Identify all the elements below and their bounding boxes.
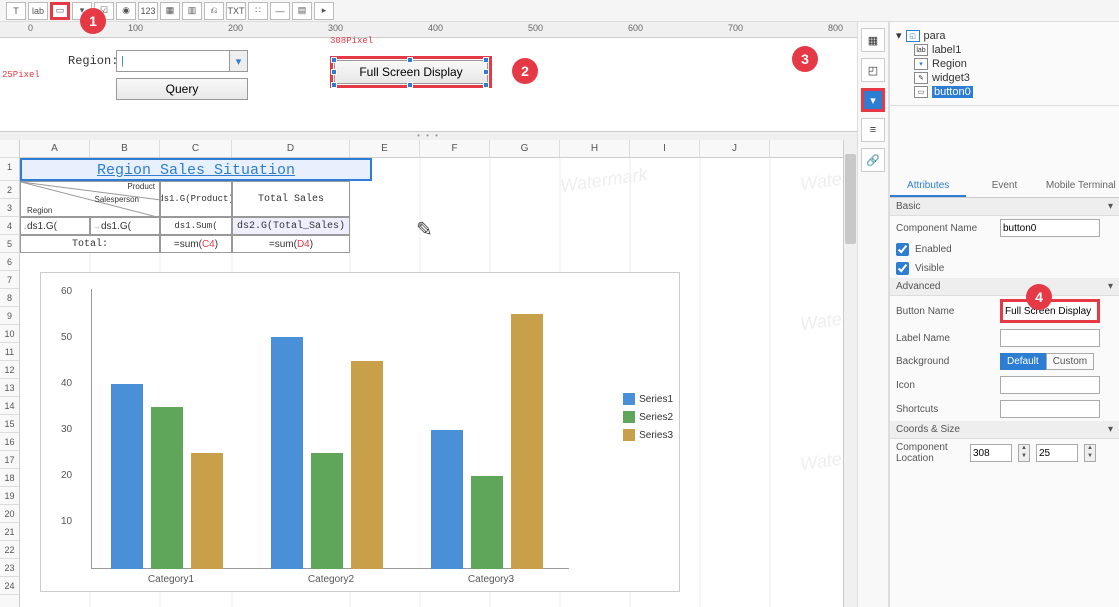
icon-input[interactable] [1000,376,1100,394]
property-tabs: Attributes Event Mobile Terminal [890,176,1119,198]
x-label-0: Category1 [121,574,221,585]
prop-enabled: Enabled [890,240,1119,259]
pencil-icon[interactable]: ✎ [416,217,433,242]
cell-b4[interactable]: →ds1.G( [90,217,160,235]
tb-txt2-icon[interactable]: ∷ [248,2,268,20]
loc-y-spinner[interactable]: ▲▼ [1084,444,1096,462]
x-label-2: Category3 [441,574,541,585]
prop-location: Component Location ▲▼ ▲▼ [890,439,1119,467]
sheet-title[interactable]: Region Sales Situation [20,158,372,181]
cell-c4[interactable]: ds1.Sum( [160,217,232,235]
tab-mobile[interactable]: Mobile Terminal [1043,176,1119,197]
cell-d5[interactable]: =sum(D4) [232,235,350,253]
prop-icon: Icon [890,373,1119,397]
bar-Category3-Series3 [511,314,543,569]
right-panel: ▾◱para lablabel1 ▾Region ✎widget3 ▭butto… [889,22,1119,607]
callout-1: 1 [80,8,106,34]
prop-visible: Visible [890,259,1119,278]
callout-4: 4 [1026,284,1052,310]
bar-Category1-Series3 [191,453,223,569]
bar-Category1-Series1 [111,384,143,569]
bar-Category2-Series2 [311,453,343,569]
shortcuts-input[interactable] [1000,400,1100,418]
prop-button-name: Button Name [890,296,1119,326]
bg-custom[interactable]: Custom [1046,353,1094,370]
col-headers: AB CD EF GH IJ [20,140,857,158]
label-name-input[interactable] [1000,329,1100,347]
bar-Category1-Series2 [151,407,183,569]
tb-edit-icon[interactable]: TXT [226,2,246,20]
cell-c5[interactable]: =sum(C4) [160,235,232,253]
pixel-308-label: 308Pixel [330,36,373,46]
section-advanced[interactable]: Advanced▾ [890,278,1119,296]
side-crop-icon[interactable]: ◰ [861,58,885,82]
callout-2: 2 [512,58,538,84]
pixel-25-label: 25Pixel [2,70,40,80]
separator[interactable]: • • • [0,132,857,140]
tb-label-icon[interactable]: lab [28,2,48,20]
combo-arrow-icon[interactable]: ▾ [229,51,247,71]
grid-body[interactable]: AB CD EF GH IJ Region Sales S [20,140,857,607]
prop-shortcuts: Shortcuts [890,397,1119,421]
tb-date-icon[interactable]: ▦ [160,2,180,20]
side-tools: ▦ ◰ ▾ ≡ 🔗 [857,22,889,607]
query-button[interactable]: Query [116,78,248,100]
side-link-icon[interactable]: 🔗 [861,148,885,172]
cell-d3[interactable]: Total Sales [232,181,350,217]
tab-attributes[interactable]: Attributes [890,176,966,197]
cell-a4[interactable]: ↓ds1.G( [20,217,90,235]
x-label-1: Category2 [281,574,381,585]
bar-Category3-Series2 [471,476,503,569]
tb-text-icon[interactable]: T [6,2,26,20]
scrollbar-vertical[interactable] [843,140,857,607]
side-properties-icon[interactable]: ▾ [861,88,885,112]
tb-tree-icon[interactable]: ⎌ [204,2,224,20]
tb-file-icon[interactable]: ▤ [292,2,312,20]
tb-group-icon[interactable]: ▥ [182,2,202,20]
tree-root[interactable]: ▾◱para [896,28,1113,43]
loc-x-input[interactable] [970,444,1012,462]
section-basic[interactable]: Basic▾ [890,198,1119,216]
cell-d4[interactable]: ds2.G(Total_Sales) [232,217,350,235]
tb-button-icon[interactable]: ▭ [50,2,70,20]
callout-3: 3 [792,46,818,72]
tab-event[interactable]: Event [966,176,1042,197]
design-canvas[interactable]: 308Pixel 25Pixel Region: | ▾ Query Full … [0,38,857,132]
toolbar: T lab ▭ ▾ ☑ ◉ 123 ▦ ▥ ⎌ TXT ∷ — ▤ ▸ [0,0,1119,22]
component-name-input[interactable] [1000,219,1100,237]
cell-a5[interactable]: Total: [20,235,160,253]
region-combo[interactable]: | ▾ [116,50,248,72]
cell-diag-header[interactable]: Product Salesperson Region [20,181,160,217]
bg-default[interactable]: Default [1000,353,1046,370]
prop-background: Background Default Custom [890,350,1119,373]
loc-y-input[interactable] [1036,444,1078,462]
bar-Category2-Series3 [351,361,383,570]
component-tree[interactable]: ▾◱para lablabel1 ▾Region ✎widget3 ▭butto… [890,22,1119,106]
tree-item-label1[interactable]: lablabel1 [896,43,1113,57]
fullscreen-button[interactable]: Full Screen Display [334,60,488,84]
bar-Category3-Series1 [431,430,463,569]
tb-num-icon[interactable]: 123 [138,2,158,20]
prop-label-name: Label Name [890,326,1119,350]
tree-item-widget3[interactable]: ✎widget3 [896,71,1113,85]
tb-tab-icon[interactable]: — [270,2,290,20]
tree-item-button0[interactable]: ▭button0 [896,85,1113,99]
enabled-checkbox[interactable] [896,243,909,256]
prop-component-name: Component Name [890,216,1119,240]
region-label: Region: [68,54,118,68]
cell-c3[interactable]: ds1.G(Product) [160,181,232,217]
row-headers: 12345 678910 1112131415 1617181920 21222… [0,140,20,607]
tb-radio-icon[interactable]: ◉ [116,2,136,20]
ruler-horizontal: 0100200 300400500 600700800 [0,22,857,38]
section-coords[interactable]: Coords & Size▾ [890,421,1119,439]
tb-more-icon[interactable]: ▸ [314,2,334,20]
chart-area[interactable]: 10 20 30 40 50 60 Category1Category2Cate… [40,272,680,592]
side-component-icon[interactable]: ▦ [861,28,885,52]
visible-checkbox[interactable] [896,262,909,275]
side-layout-icon[interactable]: ≡ [861,118,885,142]
tree-item-region[interactable]: ▾Region [896,57,1113,71]
loc-x-spinner[interactable]: ▲▼ [1018,444,1030,462]
bar-Category2-Series1 [271,337,303,569]
chart-legend: Series1 Series2 Series3 [623,393,673,447]
